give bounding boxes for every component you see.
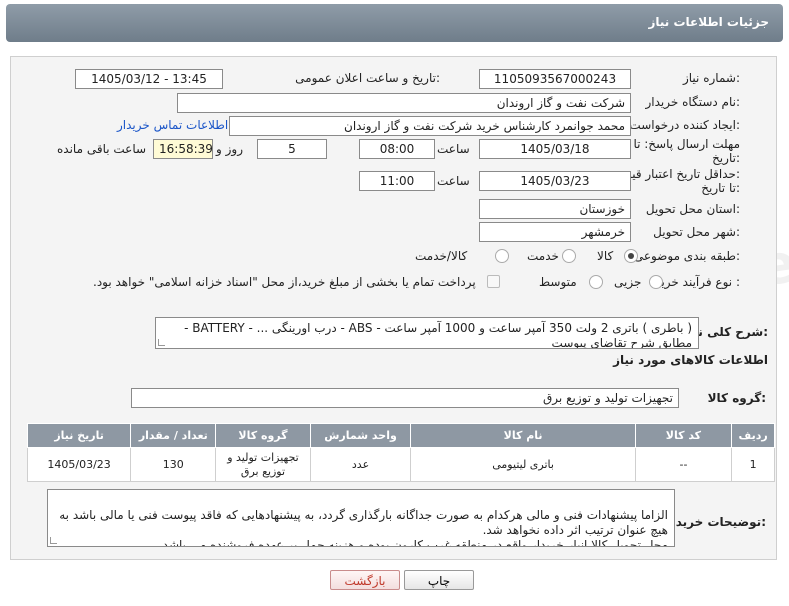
resize-grip-icon[interactable]	[158, 339, 165, 346]
print-button[interactable]: چاپ	[404, 570, 474, 590]
reply-time-label: ساعت	[437, 142, 470, 156]
reply-deadline-label-2: تاریخ:	[712, 151, 740, 165]
category-label: طبقه بندی موضوعی:	[633, 249, 740, 263]
col-row-number: ردیف	[731, 423, 775, 448]
table-header-row: ردیف کد کالا نام کالا واحد شمارش گروه کا…	[26, 423, 775, 448]
process-option-medium-label: متوسط	[539, 275, 577, 289]
col-unit: واحد شمارش	[309, 423, 412, 448]
summary-text[interactable]: ( باطری ) باتری 2 ولت 350 آمپر ساعت و 10…	[155, 317, 699, 349]
days-field[interactable]: 5	[257, 139, 327, 159]
items-table: ردیف کد کالا نام کالا واحد شمارش گروه کا…	[26, 423, 775, 482]
cell-row-number: 1	[731, 447, 775, 482]
treasury-payment-note: پرداخت تمام یا بخشی از مبلغ خرید،از محل …	[93, 275, 476, 289]
validity-time-label: ساعت	[437, 174, 470, 188]
treasury-payment-checkbox[interactable]	[487, 275, 500, 288]
process-option-minor-radio[interactable]	[649, 275, 663, 289]
page-title: جزئیات اطلاعات نیاز	[648, 15, 769, 29]
validity-date-field[interactable]: 1405/03/23	[479, 171, 631, 191]
need-number-label: شماره نیاز:	[682, 71, 740, 85]
validity-time-field[interactable]: 11:00	[359, 171, 435, 191]
buyer-notes-content: الزاما پیشنهادات فنی و مالی هرکدام به صو…	[59, 508, 668, 547]
buyer-notes-label: توضیحات خریدار:	[664, 515, 766, 529]
process-label: نوع فرآیند خرید :	[655, 275, 740, 289]
days-label: روز و	[216, 142, 243, 156]
col-quantity: تعداد / مقدار	[130, 423, 217, 448]
category-option-service-radio[interactable]	[562, 249, 576, 263]
summary-text-content: ( باطری ) باتری 2 ولت 350 آمپر ساعت و 10…	[184, 321, 692, 349]
details-panel: شماره نیاز: 1105093567000243 تاریخ و ساع…	[10, 56, 777, 560]
goods-group-field[interactable]: تجهیزات تولید و توزیع برق	[131, 388, 679, 408]
notes-resize-grip-icon[interactable]	[50, 537, 57, 544]
table-row[interactable]: 1 -- باتری لیتیومی عدد تجهیزات تولید و ت…	[26, 447, 775, 482]
validity-label: حداقل تاریخ اعتبار قیمت:	[613, 167, 740, 181]
process-option-medium-radio[interactable]	[589, 275, 603, 289]
category-option-goods-label: کالا	[597, 249, 614, 263]
goods-info-title: اطلاعات کالاهای مورد نیاز	[613, 353, 768, 367]
reply-deadline-label: مهلت ارسال پاسخ: تا	[633, 137, 740, 151]
remaining-time-field[interactable]: 16:58:39	[153, 139, 213, 159]
buyer-org-field[interactable]: شرکت نفت و گاز اروندان	[177, 93, 631, 113]
contact-info-link[interactable]: اطلاعات تماس خریدار	[117, 118, 228, 132]
cell-unit: عدد	[309, 447, 412, 482]
province-label: استان محل تحویل:	[645, 202, 740, 216]
requester-field[interactable]: محمد جوانمرد کارشناس خرید شرکت نفت و گاز…	[229, 116, 631, 136]
buyer-notes-text[interactable]: الزاما پیشنهادات فنی و مالی هرکدام به صو…	[47, 489, 675, 547]
remaining-label: ساعت باقی مانده	[57, 142, 147, 156]
need-number-field[interactable]: 1105093567000243	[479, 69, 631, 89]
validity-label-2: تا تاریخ:	[701, 181, 740, 195]
goods-group-label: گروه کالا:	[707, 391, 766, 405]
back-button[interactable]: بازگشت	[330, 570, 400, 590]
cell-quantity: 130	[130, 447, 217, 482]
city-label: شهر محل تحویل:	[653, 225, 740, 239]
cell-item-name: باتری لیتیومی	[410, 447, 636, 482]
announce-datetime-field[interactable]: 1405/03/12 - 13:45	[75, 69, 223, 89]
cell-item-group: تجهیزات تولید و توزیع برق	[215, 447, 311, 482]
category-option-goods-radio[interactable]	[624, 249, 638, 263]
requester-label: ایجاد کننده درخواست:	[629, 118, 740, 132]
col-item-group: گروه کالا	[215, 423, 311, 448]
category-option-both-radio[interactable]	[495, 249, 509, 263]
category-option-both-label: کالا/خدمت	[415, 249, 468, 263]
col-item-name: نام کالا	[410, 423, 636, 448]
reply-date-field[interactable]: 1405/03/18	[479, 139, 631, 159]
page-header: جزئیات اطلاعات نیاز	[6, 4, 783, 42]
col-item-code: کد کالا	[634, 423, 733, 448]
category-option-service-label: خدمت	[527, 249, 559, 263]
cell-need-date: 1405/03/23	[26, 447, 132, 482]
reply-time-field[interactable]: 08:00	[359, 139, 435, 159]
col-need-date: تاریخ نیاز	[26, 423, 132, 448]
cell-item-code: --	[634, 447, 733, 482]
province-field[interactable]: خوزستان	[479, 199, 631, 219]
buyer-org-label: نام دستگاه خریدار:	[645, 95, 741, 109]
process-option-minor-label: جزیی	[614, 275, 642, 289]
city-field[interactable]: خرمشهر	[479, 222, 631, 242]
announce-datetime-label: تاریخ و ساعت اعلان عمومی:	[295, 71, 440, 85]
